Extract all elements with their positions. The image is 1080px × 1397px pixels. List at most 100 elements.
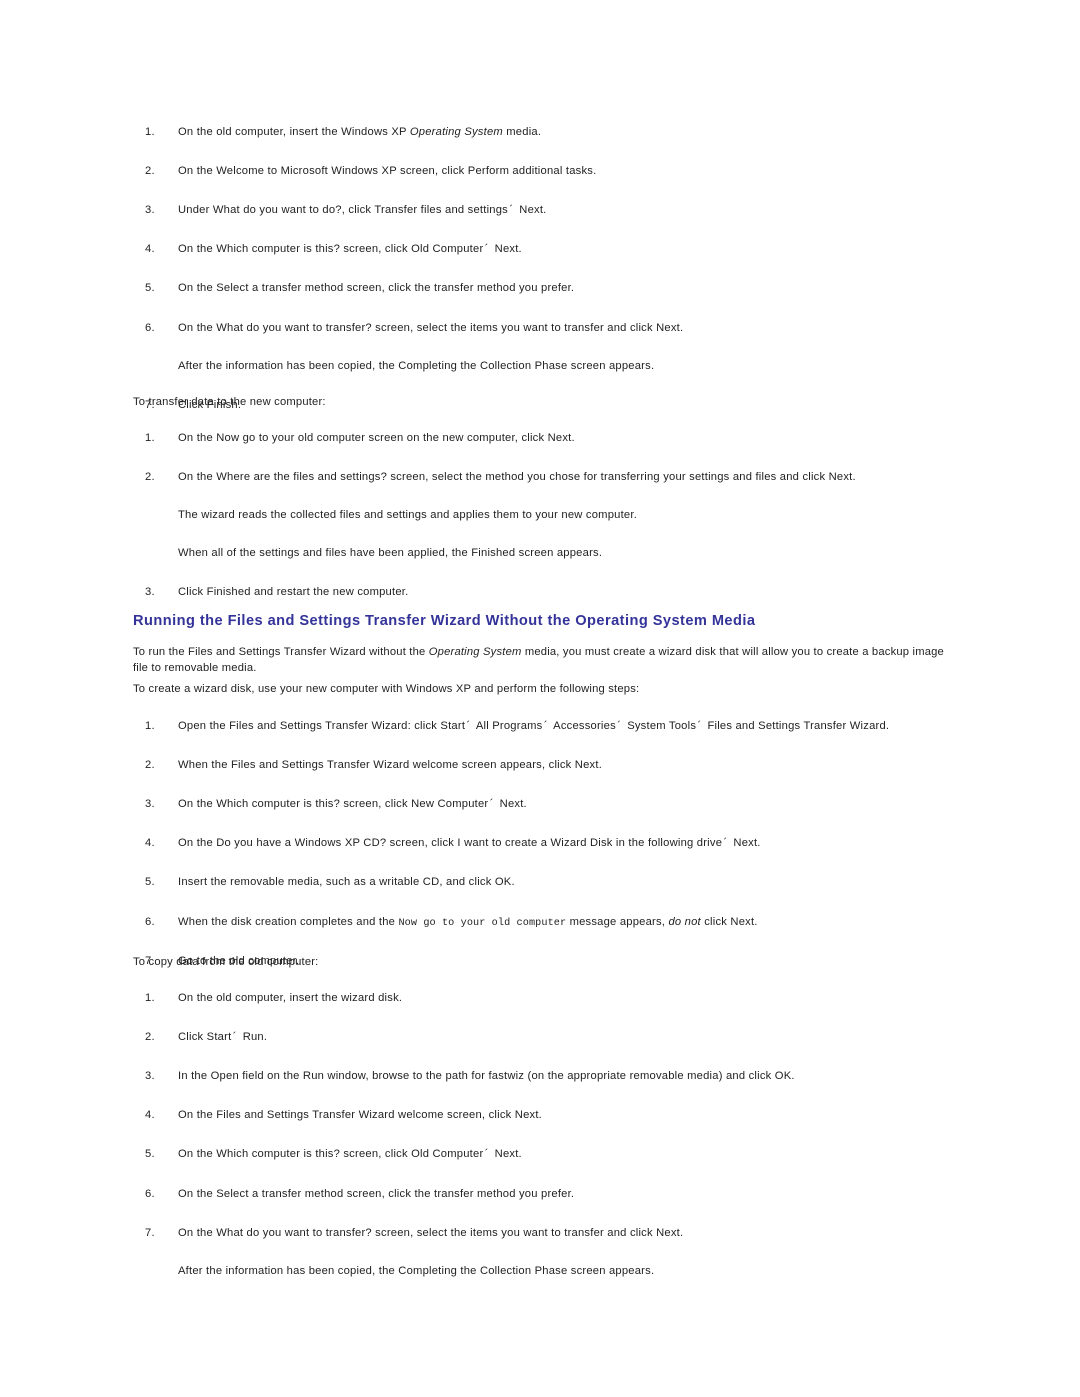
step-item: On the old computer, insert the wizard d… [145,991,795,1006]
step-text: When the Files and Settings Transfer Wiz… [178,758,889,773]
step-run-arrow-1: ´ [723,837,728,850]
step-run-text-2: Next. [491,243,522,256]
step-run-text-0: On the Welcome to Microsoft Windows XP s… [178,165,597,178]
step-run-text-0: On the Which computer is this? screen, c… [178,798,489,811]
step-run-text-0: In the Open field on the Run window, bro… [178,1070,795,1083]
step-item: Insert the removable media, such as a wr… [145,875,889,890]
step-item: Open the Files and Settings Transfer Wiz… [145,719,889,734]
step-item: On the Now go to your old computer scree… [145,431,856,446]
step-run-mono-1: Now go to your old computer [398,917,567,929]
step-run-text-2: message appears, [566,915,669,928]
step-item: On the What do you want to transfer? scr… [145,321,683,374]
step-item: On the old computer, insert the Windows … [145,125,683,140]
step-text: On the Select a transfer method screen, … [178,1187,795,1202]
section-intro-paragraph: To run the Files and Settings Transfer W… [133,645,949,676]
step-run-text-0: Under What do you want to do?, click Tra… [178,204,508,217]
step-text: Under What do you want to do?, click Tra… [178,203,683,218]
step-run-text-0: On the Select a transfer method screen, … [178,282,575,295]
step-item: On the Welcome to Microsoft Windows XP s… [145,164,683,179]
step-run-text-2: Next. [515,204,547,217]
step-item: On the Which computer is this? screen, c… [145,242,683,257]
step-item: Under What do you want to do?, click Tra… [145,203,683,218]
section-intro-paragraph-text-0: To run the Files and Settings Transfer W… [133,646,429,658]
step-text: Click Start´ Run. [178,1030,795,1045]
step-text: On the Where are the files and settings?… [178,470,856,485]
step-text: On the Files and Settings Transfer Wizar… [178,1108,795,1123]
step-run-text-0: When the Files and Settings Transfer Wiz… [178,759,603,772]
step-item: When the disk creation completes and the… [145,915,889,931]
step-run-text-0: On the What do you want to transfer? scr… [178,1226,684,1239]
step-run-text-2: Run. [239,1031,268,1044]
step-run-text-0: Open the Files and Settings Transfer Wiz… [178,720,466,732]
copy-data-lead-in: To copy data from the old computer: [133,956,319,968]
step-item: In the Open field on the Run window, bro… [145,1069,795,1084]
step-note: The wizard reads the collected files and… [178,509,638,522]
step-text: On the Which computer is this? screen, c… [178,797,889,812]
step-text: On the What do you want to transfer? scr… [178,1226,795,1241]
steps-copy-data: On the old computer, insert the wizard d… [133,991,795,1279]
wizard-disk-lead-in: To create a wizard disk, use your new co… [133,683,640,695]
step-run-text-0: Insert the removable media, such as a wr… [178,876,515,889]
steps-old-computer: On the old computer, insert the Windows … [133,125,683,413]
step-run-arrow-5: ´ [616,720,621,732]
step-text: On the Which computer is this? screen, c… [178,242,683,257]
step-run-text-0: When the disk creation completes and the [178,915,399,928]
step-item: On the Which computer is this? screen, c… [145,1147,795,1162]
step-run-text-0: Click Start [178,1031,232,1044]
step-item: On the Do you have a Windows XP CD? scre… [145,836,889,851]
step-run-text-0: On the old computer, insert the Windows … [178,126,410,138]
step-item: When the Files and Settings Transfer Wiz… [145,758,889,773]
step-run-text-2: Next. [730,837,761,850]
step-run-text-4: Accessories [550,720,616,732]
step-run-text-0: On the Where are the files and settings?… [178,471,856,484]
step-text: On the Which computer is this? screen, c… [178,1147,795,1162]
step-run-text-0: On the Files and Settings Transfer Wizar… [178,1109,542,1122]
step-run-text-0: On the Do you have a Windows XP CD? scre… [178,837,723,850]
step-item: On the Select a transfer method screen, … [145,281,683,296]
step-item: On the What do you want to transfer? scr… [145,1226,795,1279]
steps-wizard-disk: Open the Files and Settings Transfer Wiz… [133,719,889,970]
step-item: On the Select a transfer method screen, … [145,1187,795,1202]
step-note: When all of the settings and files have … [178,547,603,560]
step-run-arrow-1: ´ [508,204,513,217]
step-text: On the Welcome to Microsoft Windows XP s… [178,164,683,179]
transfer-lead-in: To transfer data to the new computer: [133,396,326,408]
steps-new-computer: On the Now go to your old computer scree… [133,431,856,601]
step-run-italic-1: Operating System [409,126,503,138]
step-run-text-0: Click Finished and restart the new compu… [178,586,409,599]
step-text: On the Select a transfer method screen, … [178,281,683,296]
step-item: On the Files and Settings Transfer Wizar… [145,1108,795,1123]
step-item: Click Start´ Run. [145,1030,795,1045]
step-run-text-2: Next. [496,798,527,811]
step-text: Insert the removable media, such as a wr… [178,875,889,890]
step-text: On the What do you want to transfer? scr… [178,321,683,336]
step-run-text-0: On the Which computer is this? screen, c… [178,243,484,256]
step-text: On the old computer, insert the wizard d… [178,991,795,1006]
step-run-text-6: System Tools [623,720,697,732]
step-text: When the disk creation completes and the… [178,915,889,931]
step-run-text-2: All Programs [473,720,543,732]
step-run-text-0: On the Which computer is this? screen, c… [178,1148,484,1161]
step-run-text-2: media. [502,126,542,138]
section-intro-paragraph-italic-1: Operating System [428,646,522,658]
step-run-text-8: Files and Settings Transfer Wizard. [704,720,890,732]
step-text: Click Finished and restart the new compu… [178,585,856,600]
step-run-text-0: On the Select a transfer method screen, … [178,1187,575,1200]
step-text: On the old computer, insert the Windows … [178,125,683,140]
step-text: On the Now go to your old computer scree… [178,431,856,446]
step-run-text-0: On the What do you want to transfer? scr… [178,321,684,334]
step-item: On the Which computer is this? screen, c… [145,797,889,812]
step-run-text-0: On the old computer, insert the wizard d… [178,992,403,1004]
step-item: On the Where are the files and settings?… [145,470,856,561]
step-run-text-2: Next. [491,1148,522,1161]
step-run-italic-3: do not [668,915,701,928]
document-page: On the old computer, insert the Windows … [0,0,1080,1397]
step-note: After the information has been copied, t… [178,1264,655,1277]
step-run-arrow-7: ´ [697,720,702,732]
section-heading: Running the Files and Settings Transfer … [133,613,756,629]
step-item: Click Finished and restart the new compu… [145,585,856,600]
step-run-text-4: click Next. [700,915,758,928]
step-note: After the information has been copied, t… [178,359,655,372]
step-text: On the Do you have a Windows XP CD? scre… [178,836,889,851]
step-run-text-0: On the Now go to your old computer scree… [178,432,575,444]
